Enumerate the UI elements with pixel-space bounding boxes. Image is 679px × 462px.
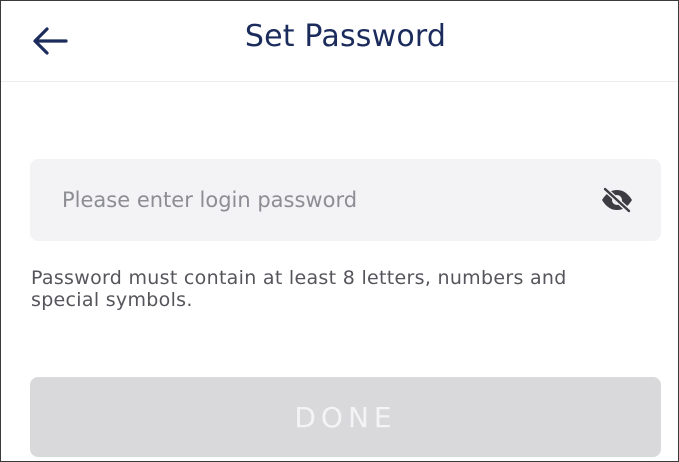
page-title: Set Password	[244, 19, 447, 54]
done-button[interactable]: DONE	[30, 377, 661, 457]
toggle-visibility-button[interactable]	[597, 180, 637, 220]
header: Set Password	[1, 1, 678, 82]
eye-off-icon	[602, 186, 632, 214]
password-input[interactable]	[30, 158, 597, 242]
password-requirements-hint: Password must contain at least 8 letters…	[31, 267, 567, 311]
password-field	[30, 158, 661, 242]
set-password-screen: Set Password Password must contain at le…	[0, 0, 679, 462]
